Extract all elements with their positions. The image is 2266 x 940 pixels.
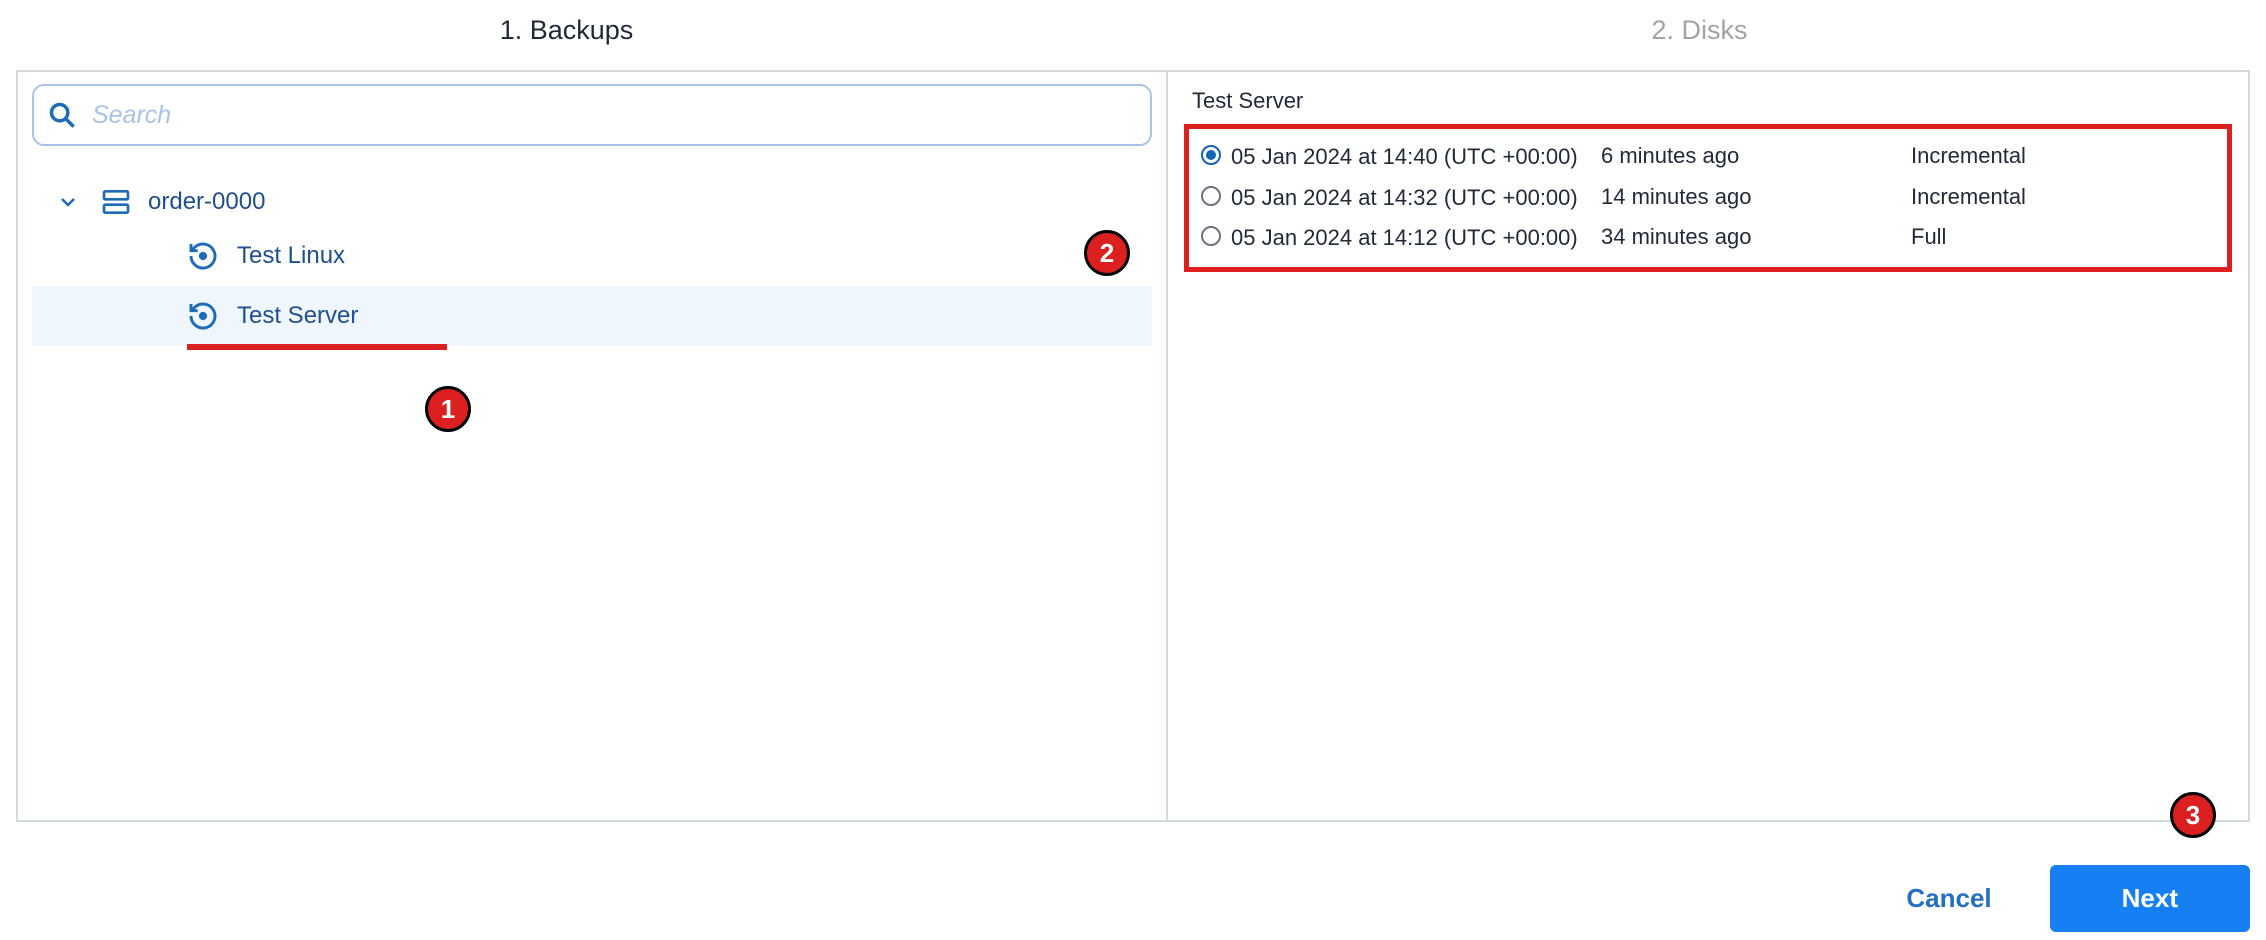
tree-item-linux[interactable]: Test Linux xyxy=(32,226,1152,286)
annotation-badge-2: 2 xyxy=(1084,230,1130,276)
item-label: Test Linux xyxy=(237,242,345,270)
restore-icon xyxy=(187,240,219,272)
backup-age: 14 minutes ago xyxy=(1601,184,1911,210)
radio-button[interactable] xyxy=(1201,145,1221,165)
panel-title: Test Server xyxy=(1184,88,2232,114)
annotation-badge-1: 1 xyxy=(425,386,471,432)
group-label: order-0000 xyxy=(148,188,265,216)
footer-actions: Cancel Next xyxy=(1878,865,2250,932)
search-input[interactable] xyxy=(92,101,1136,130)
wizard-steps: 1. Backups 2. Disks xyxy=(0,0,2266,60)
backup-type: Full xyxy=(1911,224,1946,250)
backup-date: 05 Jan 2024 at 14:40 (UTC +00:00) xyxy=(1231,143,1601,172)
backup-type: Incremental xyxy=(1911,184,2026,210)
right-panel: Test Server 05 Jan 2024 at 14:40 (UTC +0… xyxy=(1168,72,2248,820)
step-disks[interactable]: 2. Disks xyxy=(1133,0,2266,60)
annotation-underline xyxy=(187,344,447,350)
left-panel: order-0000 Test Linux xyxy=(18,72,1168,820)
backup-age: 6 minutes ago xyxy=(1601,143,1911,169)
radio-button[interactable] xyxy=(1201,226,1221,246)
search-icon xyxy=(48,101,76,129)
restore-icon xyxy=(187,300,219,332)
tree-group[interactable]: order-0000 xyxy=(32,178,1152,226)
backup-list: 05 Jan 2024 at 14:40 (UTC +00:00) 6 minu… xyxy=(1184,124,2232,272)
step-backups[interactable]: 1. Backups xyxy=(0,0,1133,60)
item-label: Test Server xyxy=(237,302,358,330)
server-icon xyxy=(100,186,132,218)
backup-age: 34 minutes ago xyxy=(1601,224,1911,250)
backup-row[interactable]: 05 Jan 2024 at 14:32 (UTC +00:00) 14 min… xyxy=(1197,178,2219,219)
backup-date: 05 Jan 2024 at 14:32 (UTC +00:00) xyxy=(1231,184,1601,213)
backup-date: 05 Jan 2024 at 14:12 (UTC +00:00) xyxy=(1231,224,1601,253)
backup-tree: order-0000 Test Linux xyxy=(32,170,1152,346)
cancel-button[interactable]: Cancel xyxy=(1878,865,2019,932)
radio-button[interactable] xyxy=(1201,186,1221,206)
search-box[interactable] xyxy=(32,84,1152,146)
tree-item-server[interactable]: Test Server xyxy=(32,286,1152,346)
backup-row[interactable]: 05 Jan 2024 at 14:12 (UTC +00:00) 34 min… xyxy=(1197,218,2219,259)
backup-row[interactable]: 05 Jan 2024 at 14:40 (UTC +00:00) 6 minu… xyxy=(1197,137,2219,178)
next-button[interactable]: Next xyxy=(2050,865,2250,932)
backup-type: Incremental xyxy=(1911,143,2026,169)
annotation-badge-3: 3 xyxy=(2170,792,2216,838)
chevron-down-icon xyxy=(56,190,80,214)
